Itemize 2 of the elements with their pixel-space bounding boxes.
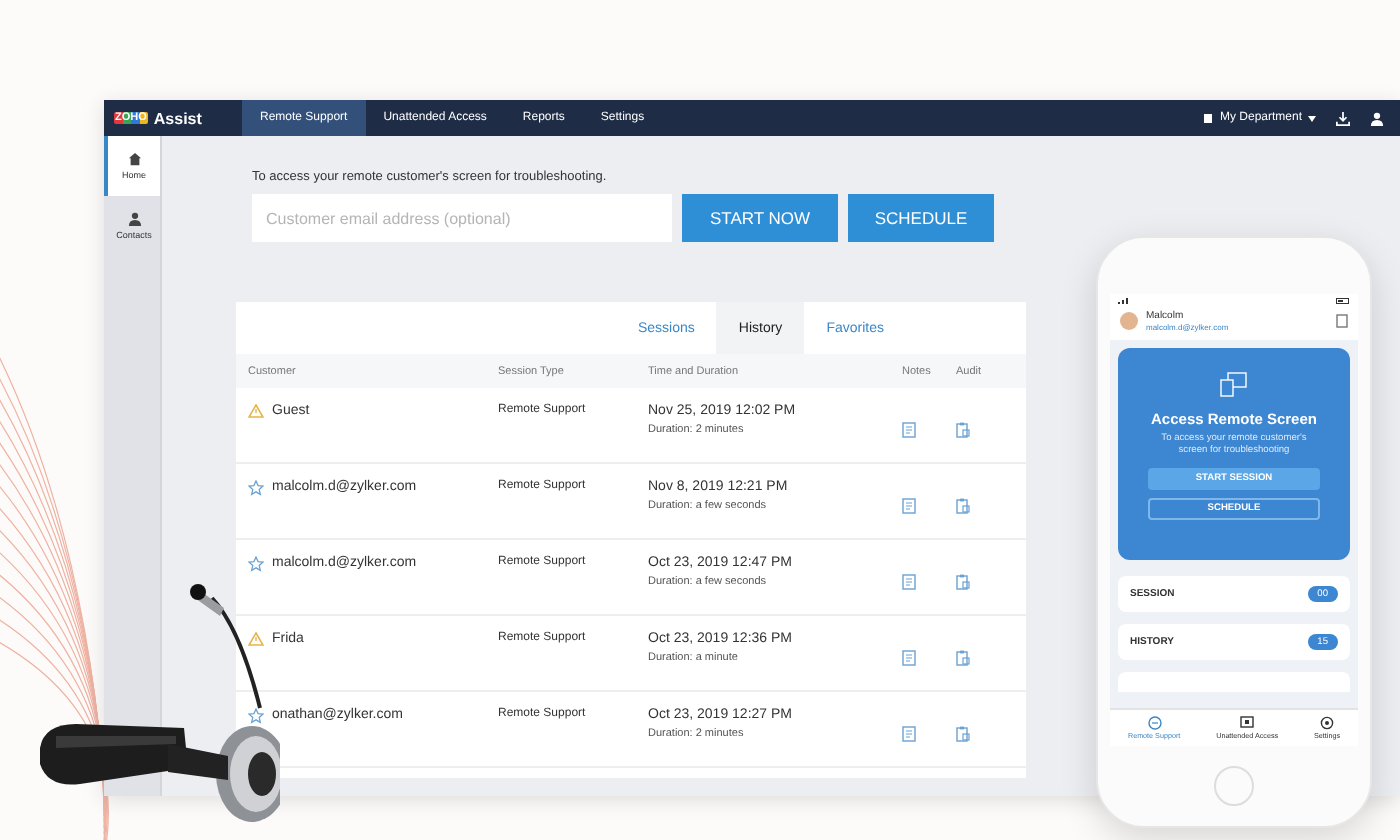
email-input-field[interactable]: Customer email address (optional): [252, 194, 672, 242]
product-name: Assist: [153, 109, 202, 127]
